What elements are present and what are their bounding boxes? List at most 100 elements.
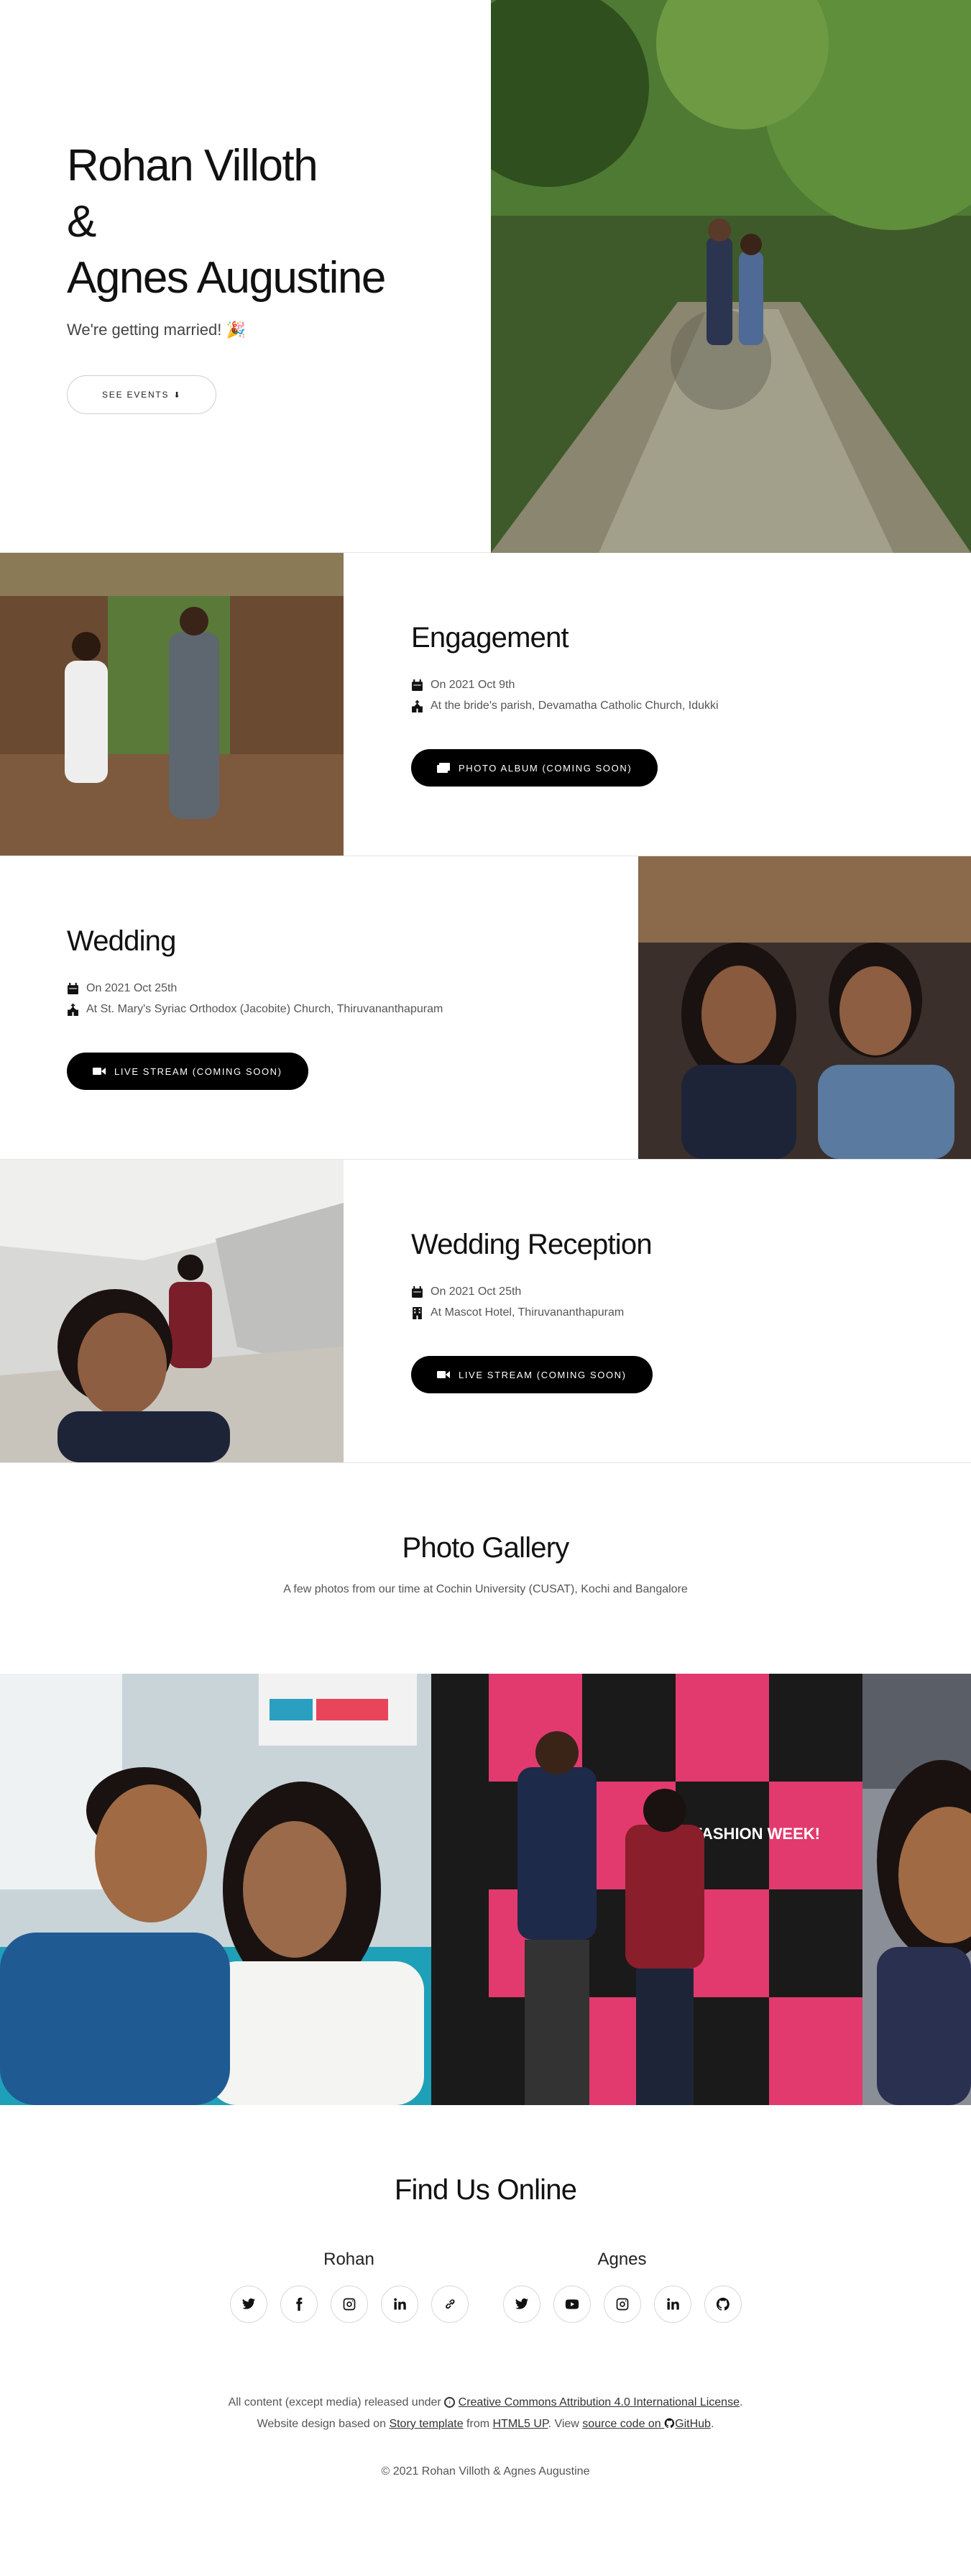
engagement-section: Engagement On 2021 Oct 9th At the bride'…	[0, 553, 971, 856]
reception-text: Wedding Reception On 2021 Oct 25th At Ma…	[344, 1160, 971, 1462]
reception-date: On 2021 Oct 25th	[411, 1285, 971, 1298]
wedding-date-text: On 2021 Oct 25th	[86, 982, 178, 994]
github-icon	[716, 2297, 730, 2311]
hero-photo	[491, 0, 971, 553]
engagement-place-text: At the bride's parish, Devamatha Catholi…	[431, 700, 719, 712]
footer-credit-line: Website design based on Story template f…	[0, 2414, 971, 2435]
agnes-social: Agnes	[502, 2250, 742, 2323]
footer-view-text: . View	[548, 2418, 579, 2430]
see-events-label: SEE EVENTS	[102, 390, 170, 400]
agnes-social-icons	[502, 2286, 742, 2323]
youtube-icon	[565, 2299, 579, 2309]
source-code-label: source code on	[582, 2418, 661, 2430]
social-groups: Rohan Agnes	[0, 2250, 971, 2323]
hero-text: Rohan Villoth & Agnes Augustine We're ge…	[0, 0, 491, 552]
agnes-youtube-link[interactable]	[553, 2286, 591, 2323]
engagement-title: Engagement	[411, 622, 569, 654]
gallery-subtitle: A few photos from our time at Cochin Uni…	[283, 1583, 688, 1595]
wedding-live-stream-button[interactable]: LIVE STREAM (COMING SOON)	[67, 1053, 308, 1090]
engagement-place: At the bride's parish, Devamatha Catholi…	[411, 700, 971, 712]
link-icon	[445, 2299, 455, 2309]
twitter-icon	[515, 2298, 528, 2309]
rohan-website-link[interactable]	[431, 2286, 469, 2323]
license-link[interactable]: Creative Commons Attribution 4.0 Interna…	[459, 2396, 740, 2408]
photo-album-label: PHOTO ALBUM (COMING SOON)	[459, 762, 632, 774]
reception-section: Wedding Reception On 2021 Oct 25th At Ma…	[0, 1160, 971, 1463]
footer-end-text: .	[710, 2418, 714, 2430]
agnes-linkedin-link[interactable]	[653, 2286, 691, 2323]
gallery-header: Photo Gallery A few photos from our time…	[0, 1463, 971, 1674]
footer-license-line: All content (except media) released unde…	[0, 2392, 971, 2414]
rohan-social-name: Rohan	[323, 2250, 374, 2269]
rohan-linkedin-link[interactable]	[380, 2286, 418, 2323]
agnes-github-link[interactable]	[704, 2286, 742, 2323]
wedding-place-text: At St. Mary's Syriac Orthodox (Jacobite)…	[86, 1003, 443, 1015]
reception-live-stream-label: LIVE STREAM (COMING SOON)	[459, 1369, 627, 1380]
instagram-icon	[343, 2298, 355, 2311]
footer-from-text: from	[466, 2418, 490, 2430]
reception-photo	[0, 1160, 344, 1462]
hero-name-agnes: Agnes Augustine	[67, 253, 386, 303]
calendar-icon	[68, 982, 78, 994]
church-icon	[68, 1003, 78, 1016]
hotel-icon	[413, 1306, 422, 1319]
rohan-twitter-link[interactable]	[229, 2286, 267, 2323]
photo-album-button[interactable]: PHOTO ALBUM (COMING SOON)	[411, 749, 658, 787]
copyright: © 2021 Rohan Villoth & Agnes Augustine	[381, 2465, 590, 2478]
hero-section: Rohan Villoth & Agnes Augustine We're ge…	[0, 0, 971, 553]
engagement-text: Engagement On 2021 Oct 9th At the bride'…	[344, 553, 971, 856]
video-camera-icon	[437, 1371, 450, 1378]
hero-ampersand: &	[67, 197, 96, 247]
wedding-text: Wedding On 2021 Oct 25th At St. Mary's S…	[0, 856, 638, 1159]
images-icon	[437, 763, 450, 773]
facebook-icon	[295, 2297, 303, 2311]
gallery-photo-2[interactable]: LULU FASHION WEEK!	[431, 1674, 862, 2105]
find-us-section: Find Us Online Rohan Agnes All content (…	[0, 2105, 971, 2576]
source-code-link[interactable]: source code on GitHub	[582, 2418, 711, 2430]
rohan-instagram-link[interactable]	[330, 2286, 368, 2323]
wedding-live-stream-label: LIVE STREAM (COMING SOON)	[114, 1065, 282, 1077]
reception-date-text: On 2021 Oct 25th	[431, 1285, 522, 1298]
calendar-icon	[412, 679, 423, 691]
see-events-button[interactable]: SEE EVENTS ⬇	[67, 375, 217, 414]
engagement-date: On 2021 Oct 9th	[411, 679, 971, 692]
hero-subtitle: We're getting married! 🎉	[67, 321, 246, 339]
agnes-instagram-link[interactable]	[603, 2286, 641, 2323]
rohan-social: Rohan	[229, 2250, 469, 2323]
wedding-place: At St. Mary's Syriac Orthodox (Jacobite)…	[67, 1003, 638, 1016]
wedding-date: On 2021 Oct 25th	[67, 982, 638, 995]
twitter-icon	[241, 2298, 255, 2309]
hero-name-rohan: Rohan Villoth	[67, 141, 318, 191]
footer-license-suffix: .	[739, 2396, 743, 2408]
church-icon	[412, 700, 423, 712]
footer-credit-prefix: Website design based on	[257, 2418, 386, 2430]
wedding-photo	[638, 856, 971, 1159]
rohan-facebook-link[interactable]	[280, 2286, 318, 2323]
agnes-social-name: Agnes	[597, 2250, 647, 2269]
reception-title: Wedding Reception	[411, 1229, 653, 1260]
github-link-label: GitHub	[675, 2418, 711, 2430]
chevrons-down-icon: ⬇	[173, 390, 182, 400]
cc-icon: i	[444, 2397, 456, 2408]
engagement-date-text: On 2021 Oct 9th	[431, 679, 515, 691]
gallery-photo-3[interactable]	[862, 1674, 971, 2105]
html5up-link[interactable]: HTML5 UP	[493, 2418, 548, 2430]
video-camera-icon	[93, 1068, 106, 1075]
reception-place: At Mascot Hotel, Thiruvananthapuram	[411, 1306, 971, 1319]
reception-live-stream-button[interactable]: LIVE STREAM (COMING SOON)	[411, 1356, 653, 1393]
linkedin-icon	[393, 2298, 406, 2310]
calendar-icon	[412, 1285, 423, 1298]
instagram-icon	[616, 2298, 628, 2311]
agnes-twitter-link[interactable]	[502, 2286, 540, 2323]
wedding-title: Wedding	[67, 925, 176, 957]
find-us-title: Find Us Online	[394, 2174, 577, 2206]
gallery-photo-1[interactable]	[0, 1674, 431, 2105]
wedding-section: Wedding On 2021 Oct 25th At St. Mary's S…	[0, 856, 971, 1160]
story-template-link[interactable]: Story template	[389, 2418, 463, 2430]
engagement-photo	[0, 553, 344, 856]
github-icon	[664, 2418, 675, 2429]
gallery-strip[interactable]: LULU FASHION WEEK!	[0, 1674, 971, 2105]
reception-place-text: At Mascot Hotel, Thiruvananthapuram	[431, 1306, 625, 1319]
gallery-title: Photo Gallery	[402, 1532, 570, 1564]
linkedin-icon	[666, 2298, 679, 2310]
